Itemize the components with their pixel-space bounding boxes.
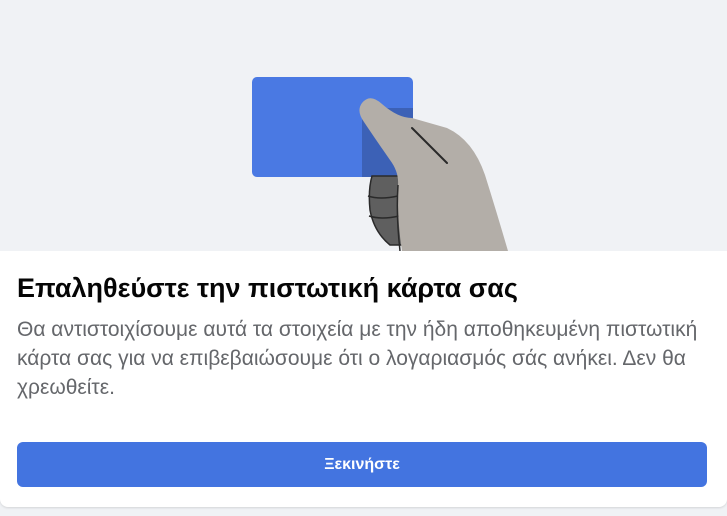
- get-started-button-label: Ξεκινήστε: [324, 455, 400, 473]
- hero-illustration-area: [0, 0, 727, 251]
- hand-holding-credit-card-illustration: [252, 77, 508, 251]
- dialog-description: Θα αντιστοιχίσουμε αυτά τα στοιχεία με τ…: [17, 318, 698, 399]
- verify-card-dialog: Επαληθεύστε την πιστωτική κάρτα σας Θα α…: [0, 0, 727, 507]
- get-started-button[interactable]: Ξεκινήστε: [17, 442, 707, 487]
- dialog-title: Επαληθεύστε την πιστωτική κάρτα σας: [17, 273, 518, 303]
